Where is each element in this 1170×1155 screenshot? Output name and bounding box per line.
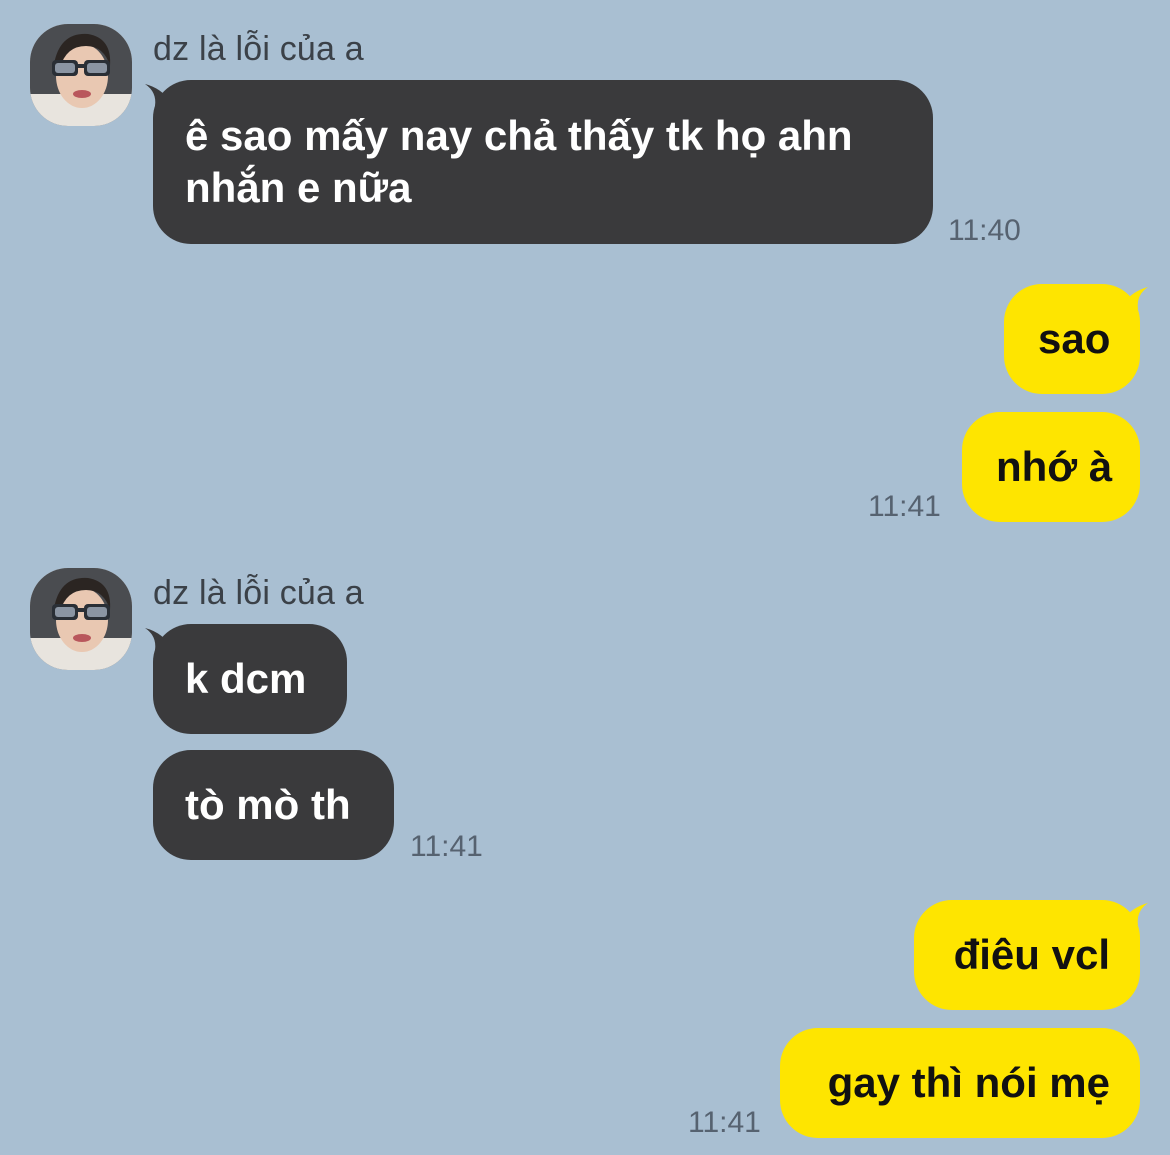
outgoing-message[interactable]: nhớ à: [962, 412, 1140, 522]
message-text-line: ê sao mấy nay chả thấy tk họ ahn: [185, 112, 853, 159]
message-text-line: nhắn e nữa: [185, 164, 412, 211]
message-time: 11:40: [948, 214, 1021, 247]
outgoing-message[interactable]: điêu vcl: [914, 900, 1140, 1010]
sender-avatar[interactable]: [30, 24, 132, 126]
outgoing-message[interactable]: sao: [1004, 284, 1140, 394]
profile-photo-icon: [30, 568, 132, 670]
message-time: 11:41: [410, 830, 483, 863]
sender-name: dz là lỗi của a: [153, 30, 364, 68]
sender-name: dz là lỗi của a: [153, 574, 364, 612]
incoming-message[interactable]: ê sao mấy nay chả thấy tk họ ahn nhắn e …: [153, 80, 933, 244]
message-time: 11:41: [688, 1106, 761, 1139]
incoming-message[interactable]: tò mò th: [153, 750, 394, 860]
incoming-message[interactable]: k dcm: [153, 624, 347, 734]
profile-photo-icon: [30, 24, 132, 126]
message-time: 11:41: [868, 490, 941, 523]
outgoing-message[interactable]: gay thì nói mẹ: [780, 1028, 1140, 1138]
sender-avatar[interactable]: [30, 568, 132, 670]
